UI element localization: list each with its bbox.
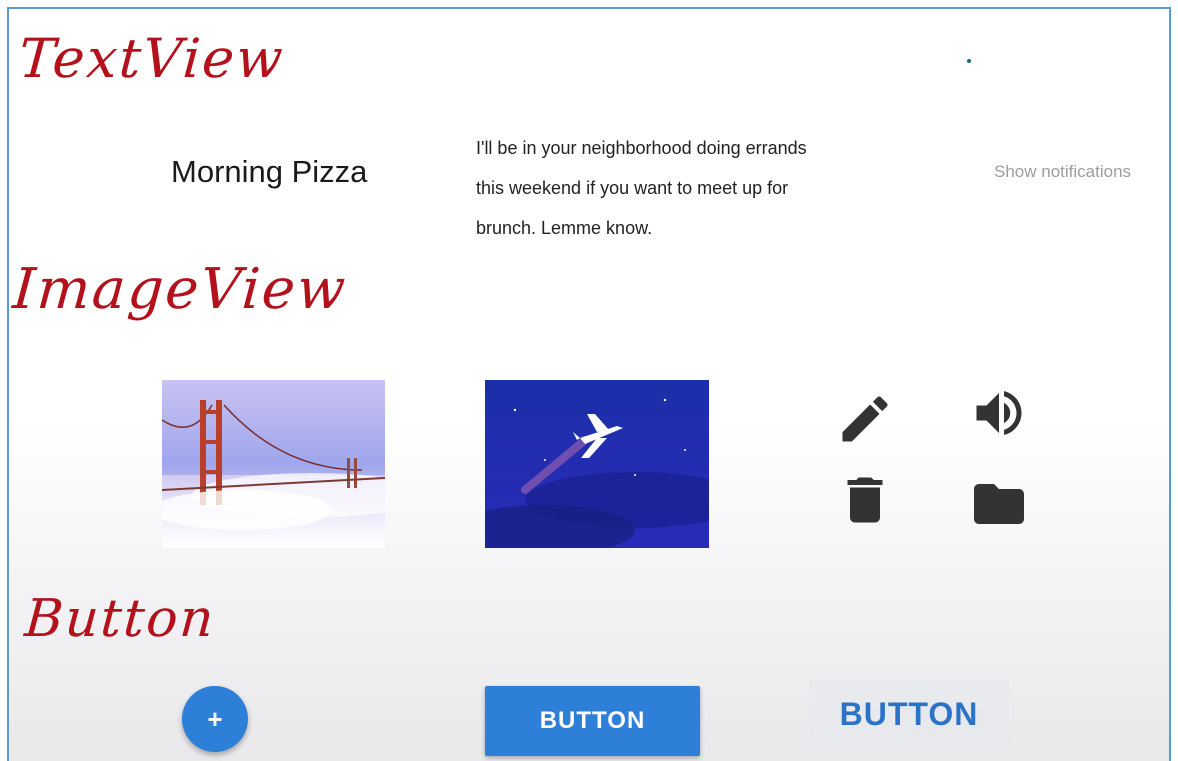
contained-button[interactable]: BUTTON <box>485 686 700 756</box>
textview-body: I'll be in your neighborhood doing erran… <box>476 128 946 248</box>
folder-icon <box>969 474 1029 534</box>
textview-hint: Show notifications <box>994 162 1132 181</box>
ui-canvas: TextView Morning Pizza I'll be in your n… <box>7 7 1171 761</box>
annotation-imageview: ImageView <box>10 257 350 322</box>
golden-gate-bridge-image <box>162 380 385 548</box>
textview-body-line: brunch. Lemme know. <box>476 218 653 238</box>
annotation-textview: TextView <box>16 27 287 90</box>
trash-icon <box>835 470 895 530</box>
pencil-icon <box>835 389 895 449</box>
textview-body-line: I'll be in your neighborhood doing erran… <box>476 138 807 158</box>
text-button[interactable]: BUTTON <box>809 679 1009 749</box>
volume-icon <box>969 383 1029 443</box>
airplane-image <box>485 380 709 548</box>
textview-body-line: this weekend if you want to meet up for <box>476 178 789 198</box>
stray-dot <box>967 59 971 63</box>
annotation-button: Button <box>22 589 218 649</box>
textview-title: Morning Pizza <box>171 154 368 189</box>
add-fab-button[interactable]: + <box>182 686 248 752</box>
